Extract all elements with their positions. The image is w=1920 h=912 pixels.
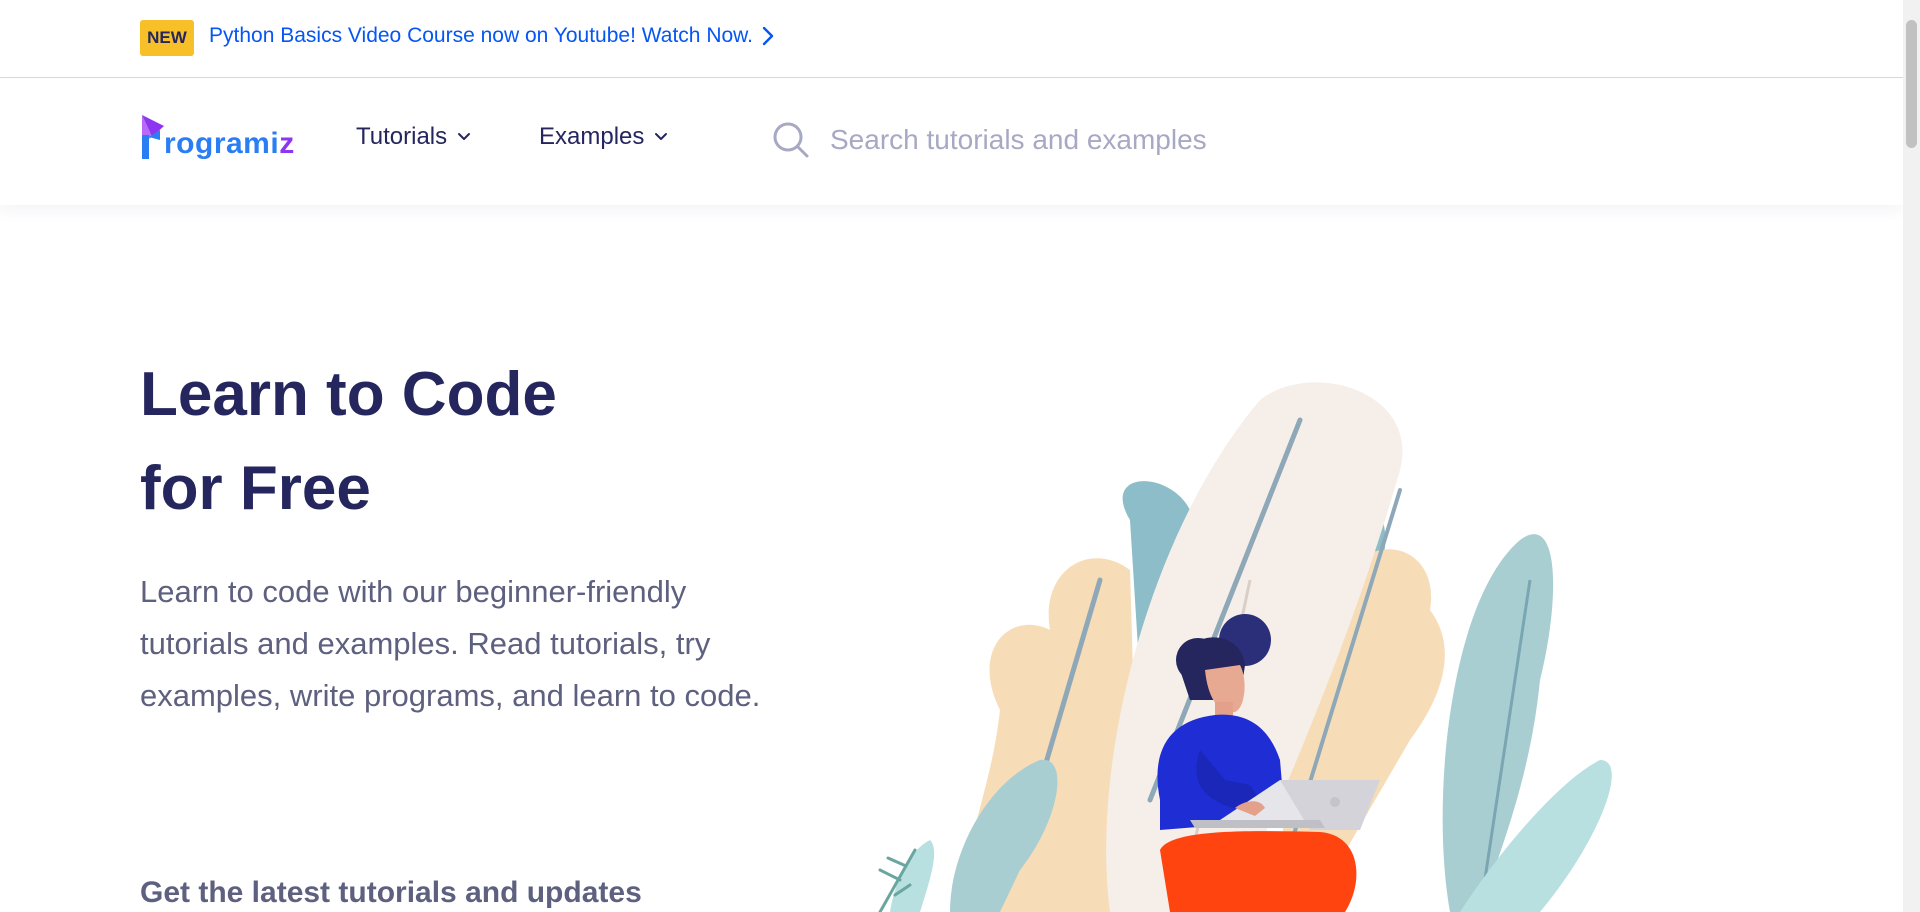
tutorials-label: Tutorials [356, 123, 448, 150]
examples-dropdown[interactable]: Examples [539, 123, 668, 151]
chevron-right-icon [762, 26, 774, 46]
logo-mark-icon [142, 115, 164, 159]
chevron-down-icon [458, 133, 471, 140]
logo-wordmark: rogramiz [164, 127, 295, 160]
announcement-text: Python Basics Video Course now on Youtub… [209, 24, 754, 47]
tutorials-dropdown[interactable]: Tutorials [356, 123, 471, 151]
hero-title: Learn to Code for Free [140, 348, 660, 536]
subscribe-heading: Get the latest tutorials and updates [140, 876, 642, 909]
hero-description: Learn to code with our beginner-friendly… [140, 574, 761, 713]
announcement-bar: NEW Python Basics Video Course now on Yo… [0, 0, 1903, 78]
main-navbar: rogramiz Tutorials Examples [0, 79, 1903, 205]
search-icon[interactable] [772, 121, 810, 159]
page-scrollbar[interactable] [1903, 0, 1920, 912]
scrollbar-thumb[interactable] [1906, 20, 1917, 148]
programiz-logo[interactable]: rogramiz [140, 111, 295, 159]
hero-title-line1: Learn to Code [140, 360, 557, 429]
person-with-laptop-illustration [878, 382, 1612, 912]
chevron-down-icon [655, 133, 668, 140]
announcement-link[interactable]: Python Basics Video Course now on Youtub… [209, 24, 775, 48]
new-badge: NEW [140, 20, 194, 56]
search-input[interactable] [830, 115, 1530, 165]
hero-illustration [840, 380, 1620, 912]
hero-title-line2: for Free [140, 454, 371, 523]
examples-label: Examples [539, 123, 645, 150]
